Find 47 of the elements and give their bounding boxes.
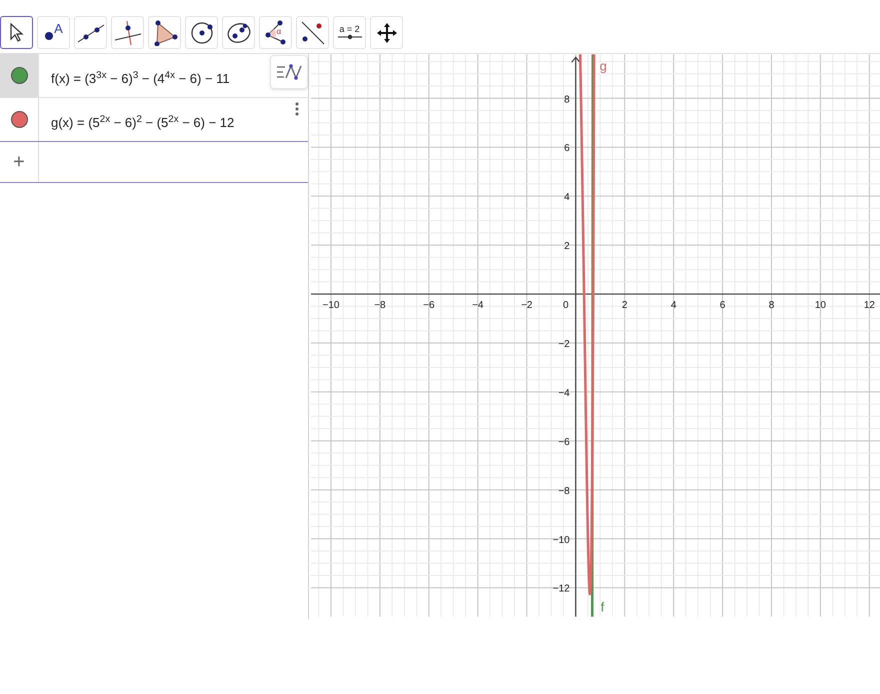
x-tick-label: 8 — [768, 300, 774, 312]
add-symbol: + — [13, 152, 25, 172]
y-tick-label: −12 — [552, 584, 570, 595]
input-row[interactable]: + — [0, 142, 308, 183]
graph-style-icon — [274, 62, 303, 82]
x-tick-label: 0 — [562, 300, 568, 312]
move-arrows-icon — [376, 22, 398, 44]
ellipse-icon — [226, 20, 252, 44]
curve-label: f — [600, 600, 604, 615]
point-label: A — [54, 22, 63, 35]
x-tick-label: 10 — [814, 300, 826, 312]
x-tick-label: −8 — [374, 300, 386, 312]
cursor-icon — [8, 22, 24, 42]
y-tick-label: −10 — [552, 534, 570, 546]
y-tick-label: −6 — [558, 436, 570, 448]
triangle-icon — [152, 20, 178, 46]
algebra-description-button[interactable] — [270, 55, 308, 89]
perpendicular-lines-icon — [114, 20, 142, 46]
y-tick-label: −8 — [558, 486, 570, 497]
x-tick-label: −6 — [422, 300, 434, 312]
x-tick-label: −10 — [322, 300, 340, 312]
more-options-icon[interactable] — [294, 102, 299, 116]
line-icon — [76, 22, 104, 44]
function-expression[interactable]: g(x) = (5$^{2x}$ − 6)$^{2}$ − (5$^{2x}$ − 6) − 12 — [51, 112, 234, 132]
y-tick-label: 4 — [564, 192, 570, 204]
tool-button[interactable]: A — [37, 16, 70, 49]
x-tick-label: −2 — [520, 300, 532, 312]
x-tick-label: 12 — [863, 300, 875, 312]
y-tick-label: −2 — [558, 338, 570, 350]
visibility-toggle[interactable] — [10, 111, 28, 128]
y-tick-label: 2 — [564, 241, 570, 252]
function-curve[interactable] — [578, 54, 595, 596]
x-tick-label: 4 — [670, 300, 676, 312]
x-tick-label: 6 — [719, 300, 725, 312]
function-expression[interactable]: f(x) = (3$^{3x}$ − 6)$^{3}$ − (4$^{4x}$ − 6) − 11 — [51, 68, 230, 88]
x-tick-label: 2 — [622, 300, 628, 312]
visibility-toggle[interactable] — [10, 67, 28, 84]
curve-label: g — [599, 58, 607, 74]
tool-button[interactable] — [0, 16, 33, 49]
reflect-point-icon — [300, 20, 326, 46]
x-tick-label: −4 — [472, 300, 484, 312]
y-tick-label: −4 — [558, 388, 570, 399]
tool-button[interactable]: a = 2 — [333, 16, 366, 49]
y-tick-label: 8 — [564, 94, 570, 106]
y-tick-label: 6 — [564, 143, 570, 154]
point-icon — [44, 31, 54, 41]
circle-icon — [190, 20, 214, 44]
